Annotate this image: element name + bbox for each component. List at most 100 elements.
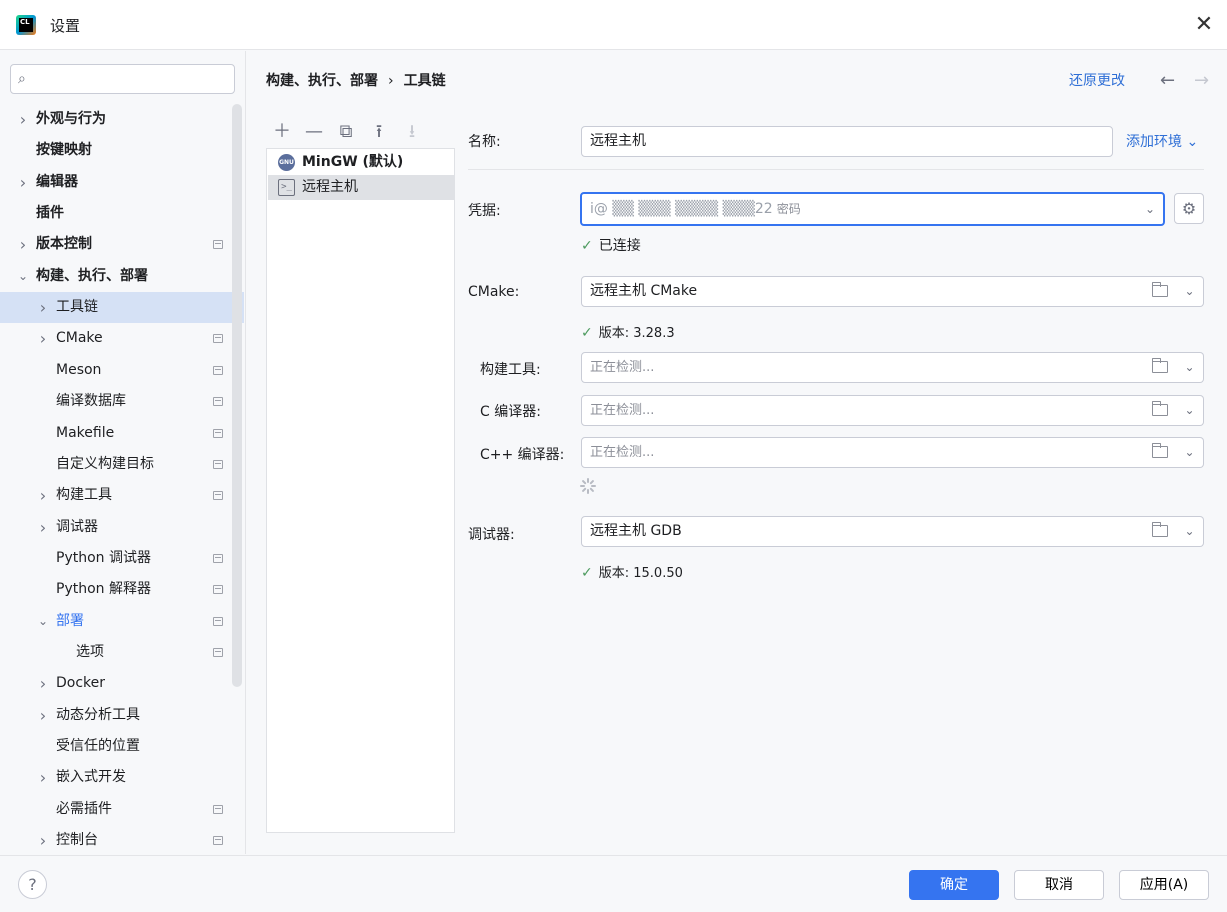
debugger-version-status: ✓ 版本: 15.0.50	[581, 565, 683, 581]
sidebar-item[interactable]: Python 解释器	[0, 574, 244, 605]
apply-button[interactable]: 应用(A)	[1119, 870, 1209, 900]
c-compiler-field[interactable]: 正在检测...	[581, 395, 1177, 426]
toolchain-item-mingw[interactable]: GNU MinGW (默认)	[268, 150, 454, 175]
sidebar-item[interactable]: ⌄ 构建、执行、部署	[0, 261, 244, 292]
chevron-down-icon[interactable]: ⌄	[1176, 276, 1204, 307]
chevron-right-icon[interactable]: ›	[36, 668, 50, 699]
gnu-icon: GNU	[278, 154, 295, 171]
cancel-button[interactable]: 取消	[1014, 870, 1104, 900]
chevron-right-icon[interactable]: ›	[16, 167, 30, 198]
chevron-right-icon[interactable]: ›	[16, 104, 30, 135]
project-scope-icon	[213, 491, 223, 501]
chevron-down-icon[interactable]: ⌄	[1176, 516, 1204, 547]
project-scope-icon	[213, 647, 223, 657]
project-scope-icon	[213, 836, 223, 846]
folder-icon[interactable]	[1152, 443, 1168, 458]
sidebar-item-label: CMake	[56, 330, 103, 347]
help-icon[interactable]: ?	[18, 870, 47, 899]
sidebar-item[interactable]: 受信任的位置	[0, 731, 244, 762]
sidebar-item[interactable]: Meson	[0, 355, 244, 386]
debugger-field[interactable]: 远程主机 GDB	[581, 516, 1177, 547]
move-up-icon[interactable]: ⭱	[365, 118, 393, 146]
chevron-right-icon[interactable]: ›	[36, 762, 50, 793]
breadcrumb-separator: ›	[388, 73, 394, 89]
chevron-right-icon[interactable]: ›	[36, 323, 50, 354]
sidebar-item[interactable]: › 控制台	[0, 825, 244, 856]
breadcrumb: 构建、执行、部署 › 工具链	[266, 70, 446, 90]
breadcrumb-parent[interactable]: 构建、执行、部署	[266, 73, 378, 89]
name-field[interactable]: 远程主机	[581, 126, 1113, 157]
credentials-select[interactable]: i@ ▒▒ ▒▒▒ ▒▒▒▒ ▒▒▒22 密码 ⌄	[580, 192, 1165, 226]
add-environment-button[interactable]: 添加环境 ⌄	[1126, 131, 1198, 151]
sidebar-item-label: 嵌入式开发	[56, 769, 126, 786]
revert-changes-link[interactable]: 还原更改	[1069, 70, 1125, 90]
build-tool-field[interactable]: 正在检测...	[581, 352, 1177, 383]
sidebar-item[interactable]: 插件	[0, 198, 244, 229]
ok-button[interactable]: 确定	[909, 870, 999, 900]
gear-icon[interactable]: ⚙	[1174, 193, 1204, 224]
chevron-down-icon[interactable]: ⌄	[36, 606, 50, 637]
sidebar-item[interactable]: › 构建工具	[0, 480, 244, 511]
title-bar: CL 设置 ✕	[0, 0, 1227, 50]
sidebar-item[interactable]: › 编辑器	[0, 167, 244, 198]
dialog-footer: ? 确定 取消 应用(A)	[0, 855, 1227, 912]
chevron-down-icon: ⌄	[1186, 134, 1199, 150]
c-compiler-placeholder: 正在检测...	[590, 403, 655, 418]
chevron-down-icon[interactable]: ⌄	[1176, 352, 1204, 383]
divider	[468, 169, 1204, 170]
add-icon[interactable]: ＋	[268, 118, 296, 146]
toolchain-item-remote[interactable]: >_ 远程主机	[268, 175, 454, 200]
sidebar-item[interactable]: › 动态分析工具	[0, 700, 244, 731]
project-scope-icon	[213, 585, 223, 595]
check-icon: ✓	[581, 325, 593, 341]
cmake-version-status: ✓ 版本: 3.28.3	[581, 325, 675, 341]
folder-icon[interactable]	[1152, 401, 1168, 416]
search-input[interactable]	[41, 69, 226, 89]
sidebar-item[interactable]: › CMake	[0, 323, 244, 354]
credentials-hint: 密码	[776, 202, 801, 216]
toolchain-name: MinGW (默认)	[302, 154, 404, 170]
sidebar-item-label: 工具链	[56, 299, 98, 316]
sidebar-item[interactable]: Python 调试器	[0, 543, 244, 574]
chevron-down-icon[interactable]: ⌄	[1176, 395, 1204, 426]
close-icon[interactable]: ✕	[1191, 12, 1217, 38]
folder-icon[interactable]	[1152, 358, 1168, 373]
folder-icon[interactable]	[1152, 282, 1168, 297]
sidebar-item[interactable]: Makefile	[0, 418, 244, 449]
build-tool-placeholder: 正在检测...	[590, 360, 655, 375]
move-down-icon[interactable]: ⭳	[398, 118, 426, 146]
cmake-field[interactable]: 远程主机 CMake	[581, 276, 1177, 307]
sidebar-item[interactable]: › 工具链	[0, 292, 244, 324]
chevron-right-icon[interactable]: ›	[36, 480, 50, 511]
check-icon: ✓	[581, 238, 593, 254]
sidebar-item[interactable]: › 版本控制	[0, 229, 244, 260]
sidebar-item[interactable]: › Docker	[0, 668, 244, 699]
sidebar-item[interactable]: › 调试器	[0, 512, 244, 543]
remove-icon[interactable]: —	[300, 118, 328, 146]
chevron-right-icon[interactable]: ›	[36, 292, 50, 323]
chevron-down-icon[interactable]: ⌄	[16, 261, 30, 292]
chevron-right-icon[interactable]: ›	[36, 825, 50, 856]
sidebar-item[interactable]: › 外观与行为	[0, 104, 244, 135]
sidebar-item[interactable]: 编译数据库	[0, 386, 244, 417]
sidebar-item[interactable]: ⌄ 部署	[0, 606, 244, 637]
sidebar-scrollbar[interactable]	[232, 104, 242, 687]
clion-logo-icon: CL	[16, 15, 36, 35]
folder-icon[interactable]	[1152, 522, 1168, 537]
sidebar-item[interactable]: 选项	[0, 637, 244, 668]
copy-icon[interactable]: ⧉	[332, 118, 360, 146]
chevron-right-icon[interactable]: ›	[36, 512, 50, 543]
sidebar-item[interactable]: 按键映射	[0, 135, 244, 166]
sidebar-item[interactable]: 自定义构建目标	[0, 449, 244, 480]
sidebar-item[interactable]: › 嵌入式开发	[0, 762, 244, 793]
search-box[interactable]: ⌕	[10, 64, 235, 94]
chevron-down-icon[interactable]: ⌄	[1176, 437, 1204, 468]
sidebar-item[interactable]: 必需插件	[0, 794, 244, 825]
cpp-compiler-field[interactable]: 正在检测...	[581, 437, 1177, 468]
loading-spinner-icon	[580, 478, 596, 494]
arrow-left-icon[interactable]: ←	[1160, 70, 1175, 91]
sidebar-item-label: 版本控制	[36, 236, 92, 253]
chevron-right-icon[interactable]: ›	[16, 229, 30, 260]
chevron-right-icon[interactable]: ›	[36, 700, 50, 731]
arrow-right-icon[interactable]: →	[1194, 70, 1209, 91]
